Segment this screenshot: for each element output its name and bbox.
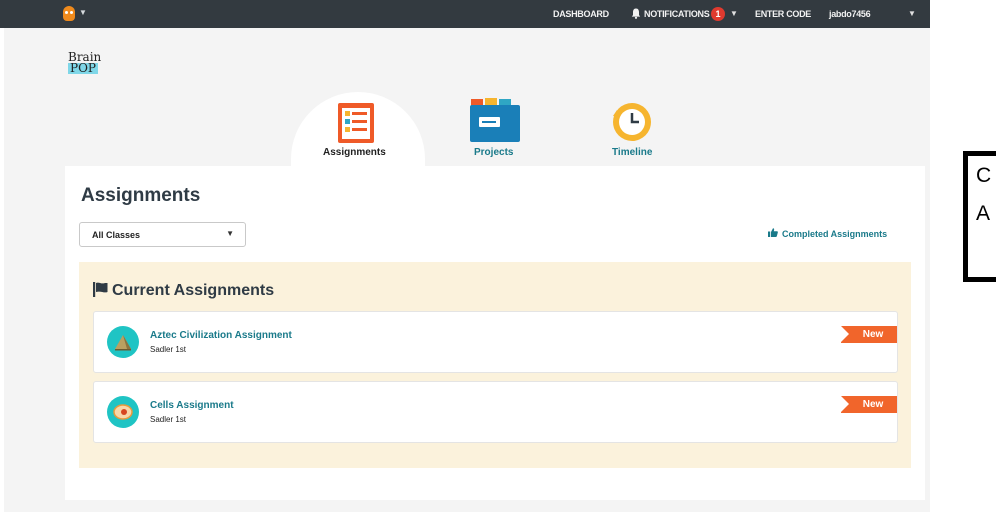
flag-icon <box>93 282 108 297</box>
assignment-class: Sadler 1st <box>150 345 187 354</box>
chevron-down-icon[interactable]: ▼ <box>730 9 738 18</box>
tab-assignments[interactable]: Assignments <box>323 147 386 158</box>
tab-timeline[interactable]: Timeline <box>612 147 652 158</box>
projects-folder-icon[interactable] <box>469 97 521 143</box>
timeline-clock-icon[interactable] <box>610 101 654 143</box>
annotation-callout: C A <box>963 151 996 282</box>
page-title: Assignments <box>81 185 201 206</box>
section-title: Current Assignments <box>93 282 274 300</box>
class-filter-dropdown[interactable]: All Classes ▼ <box>79 222 246 247</box>
bell-icon[interactable] <box>631 8 641 19</box>
chevron-down-icon[interactable]: ▼ <box>79 8 87 17</box>
completed-assignments-label: Completed Assignments <box>782 229 888 239</box>
cell-icon <box>107 396 139 428</box>
pyramid-icon <box>107 326 139 358</box>
nav-username[interactable]: jabdo7456 <box>829 9 871 19</box>
nav-dashboard[interactable]: DASHBOARD <box>553 9 609 19</box>
chevron-down-icon[interactable]: ▼ <box>908 9 916 18</box>
assignment-title[interactable]: Cells Assignment <box>150 400 234 411</box>
callout-line1: C <box>976 164 992 187</box>
nav-notifications[interactable]: NOTIFICATIONS <box>644 9 710 19</box>
class-filter-value: All Classes <box>92 230 141 240</box>
assignment-item-cells[interactable]: Cells Assignment Sadler 1st New <box>93 381 898 443</box>
completed-assignments-link[interactable]: Completed Assignments <box>768 228 887 239</box>
assignments-clipboard-icon[interactable] <box>337 102 375 144</box>
new-badge: New <box>841 326 897 343</box>
section-title-label: Current Assignments <box>112 282 275 299</box>
assignment-class: Sadler 1st <box>150 415 187 424</box>
nav-enter-code[interactable]: ENTER CODE <box>755 9 811 19</box>
assignment-item-aztec[interactable]: Aztec Civilization Assignment Sadler 1st… <box>93 311 898 373</box>
moby-avatar-icon[interactable] <box>63 6 75 21</box>
assignment-title[interactable]: Aztec Civilization Assignment <box>150 330 292 341</box>
thumbs-up-icon <box>768 228 778 237</box>
chevron-down-icon: ▼ <box>226 229 234 238</box>
logo-line2: POP <box>68 61 98 75</box>
tab-projects[interactable]: Projects <box>474 147 513 158</box>
new-badge: New <box>841 396 897 413</box>
notification-count-badge: 1 <box>711 7 725 21</box>
callout-line2: A <box>976 202 991 225</box>
top-navbar: ▼ DASHBOARD NOTIFICATIONS 1 ▼ ENTER CODE… <box>0 0 930 28</box>
brainpop-logo[interactable]: Brain POP <box>68 51 101 75</box>
